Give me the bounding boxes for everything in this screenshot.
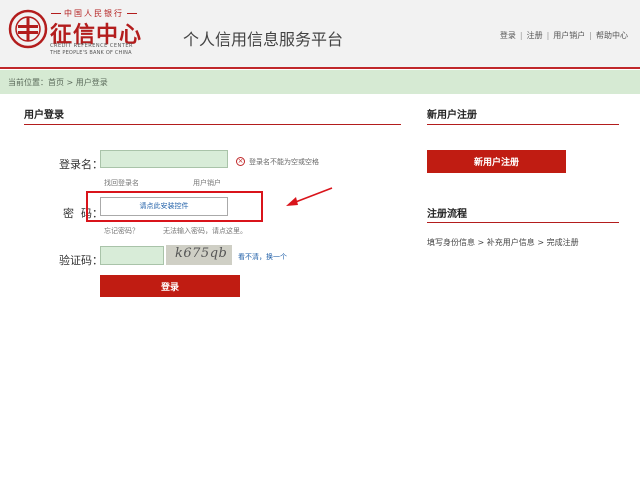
register-section-divider	[427, 124, 619, 125]
header-divider	[0, 67, 640, 69]
nav-login-link[interactable]: 登录	[500, 31, 516, 40]
forgot-password-link[interactable]: 忘记密码？	[104, 226, 139, 236]
process-section-divider	[427, 222, 619, 223]
breadcrumb-current: 用户登录	[75, 78, 108, 87]
username-label: 登录名：	[59, 158, 103, 171]
cannot-input-password-link[interactable]: 无法输入密码，请点这里。	[163, 226, 247, 236]
cancel-account-link[interactable]: 用户销户	[193, 178, 221, 188]
site-title: 个人信用信息服务平台	[183, 30, 344, 49]
captcha-image[interactable]: k675qb	[166, 245, 232, 265]
captcha-input[interactable]	[100, 246, 164, 265]
nav-separator: |	[519, 31, 523, 40]
login-submit-button[interactable]: 登录	[100, 275, 240, 297]
captcha-text: k675qb	[175, 246, 228, 261]
register-section-title: 新用户注册	[427, 110, 477, 121]
login-section-title: 用户登录	[24, 110, 64, 121]
username-input[interactable]	[100, 150, 228, 168]
arrow-annotation-icon	[286, 187, 333, 206]
breadcrumb-home-link[interactable]: 首页	[48, 78, 64, 87]
breadcrumb-separator: >	[64, 78, 76, 87]
nav-cancel-account-link[interactable]: 用户销户	[553, 31, 585, 40]
nav-help-link[interactable]: 帮助中心	[596, 31, 628, 40]
install-plugin-button[interactable]: 请点此安装控件	[100, 197, 228, 216]
logo-seal-icon	[8, 9, 48, 49]
captcha-label: 验证码：	[59, 254, 103, 267]
new-user-register-button[interactable]: 新用户注册	[427, 150, 566, 173]
nav-register-link[interactable]: 注册	[527, 31, 543, 40]
captcha-refresh-link[interactable]: 看不清，换一个	[238, 252, 287, 262]
nav-separator: |	[546, 31, 550, 40]
login-section-divider	[24, 124, 401, 125]
logo-english-line1: CREDIT REFERENCE CENTER	[50, 43, 133, 49]
process-section-title: 注册流程	[427, 209, 467, 220]
find-username-link[interactable]: 找回登录名	[104, 178, 139, 188]
username-error-text: 登录名不能为空或空格	[249, 158, 319, 166]
breadcrumb: 当前位置：首页 > 用户登录	[8, 77, 108, 88]
nav-separator: |	[589, 31, 592, 40]
page-header: 中国人民银行 征信中心 CREDIT REFERENCE CENTER THE …	[0, 0, 640, 68]
logo-english-line2: THE PEOPLE'S BANK OF CHINA	[50, 50, 132, 56]
error-circle-icon: ×	[236, 157, 245, 166]
registration-process-steps: 填写身份信息 > 补充用户信息 > 完成注册	[427, 238, 579, 247]
top-nav: 登录 | 注册 | 用户销户 | 帮助中心	[500, 30, 628, 41]
breadcrumb-prefix: 当前位置：	[8, 78, 48, 87]
